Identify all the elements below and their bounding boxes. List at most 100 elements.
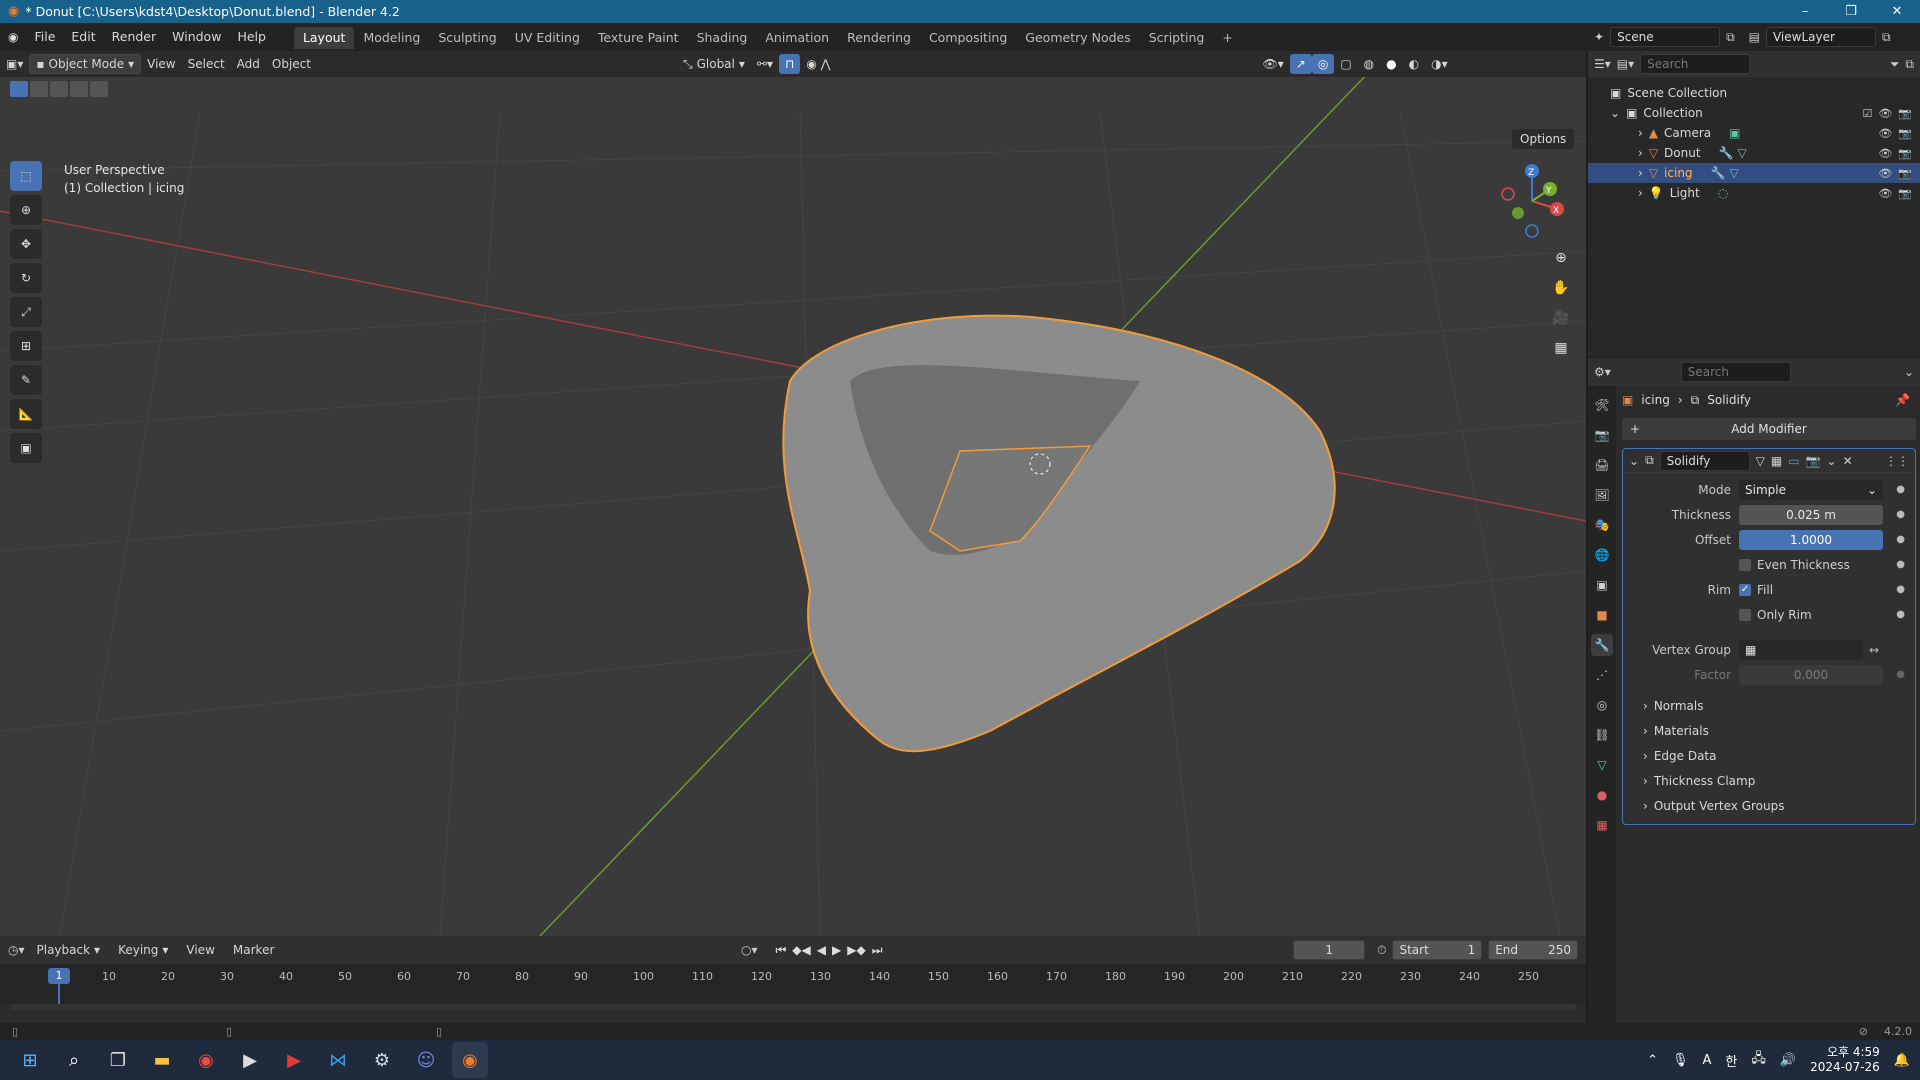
scene-collection-row[interactable]: ▣ Scene Collection (1588, 83, 1920, 103)
subpanel-output-vertex-groups[interactable]: › Output Vertex Groups (1623, 793, 1915, 818)
visibility-icon[interactable]: 👁▾ (1257, 54, 1290, 74)
snap-icon[interactable]: ⊓ (778, 54, 801, 74)
camera-view-icon[interactable]: 🎥 (1548, 306, 1574, 330)
eye-icon[interactable]: 👁 (1878, 187, 1892, 200)
chevron-down-icon[interactable]: ⌄ (1629, 454, 1639, 468)
vertex-group-field[interactable]: ▦ (1739, 639, 1863, 660)
render-toggle-icon[interactable]: 📷 (1806, 454, 1821, 468)
tab-texture-paint[interactable]: Texture Paint (589, 27, 688, 49)
measure-icon[interactable]: 📐 (10, 399, 42, 429)
add-workspace-button[interactable]: + (1213, 27, 1241, 49)
keyframe-dot-icon[interactable]: ● (1896, 484, 1905, 495)
pivot-icon[interactable]: ⚯▾ (751, 54, 779, 74)
drag-handle-icon[interactable]: ⋮⋮ (1885, 454, 1909, 468)
discord-icon[interactable]: ☺ (408, 1042, 444, 1078)
language-indicator[interactable]: 한 (1725, 1051, 1737, 1070)
camera-render-icon[interactable]: 📷 (1898, 127, 1912, 140)
object-tab-icon[interactable]: ■ (1591, 604, 1613, 626)
collection-row[interactable]: ⌄ ▣ Collection ☑ 👁 📷 (1588, 103, 1920, 123)
solid-shading-icon[interactable]: ● (1380, 54, 1402, 74)
stopwatch-icon[interactable]: ⏱ (1377, 943, 1386, 958)
select-intersect-icon[interactable] (90, 81, 108, 97)
outliner-search-input[interactable]: Search (1640, 54, 1751, 74)
vscode-icon[interactable]: ⋈ (320, 1042, 356, 1078)
ime-mode-indicator[interactable]: A (1703, 1053, 1712, 1068)
play-reverse-icon[interactable]: ◀ (817, 943, 826, 957)
start-frame-field[interactable]: Start 1 (1392, 940, 1483, 960)
menu-help[interactable]: Help (229, 23, 274, 51)
menu-render[interactable]: Render (104, 23, 165, 51)
timeline-scrollbar[interactable] (10, 1004, 1576, 1010)
add-cube-icon[interactable]: ▣ (10, 433, 42, 463)
chevron-down-icon[interactable]: ⌄ (1610, 106, 1620, 120)
select-box-icon[interactable]: ⬚ (10, 161, 42, 191)
properties-search-input[interactable]: Search (1680, 362, 1791, 382)
record-icon[interactable]: ○▾ (741, 943, 758, 957)
select-invert-icon[interactable] (70, 81, 88, 97)
collection-tab-icon[interactable]: ▣ (1591, 574, 1613, 596)
overlay-icon[interactable]: ◎ (1311, 54, 1335, 74)
remove-modifier-icon[interactable]: ✕ (1843, 454, 1853, 468)
modifier-name-field[interactable]: Solidify (1659, 450, 1750, 471)
thickness-field[interactable]: 0.025 m (1739, 504, 1883, 525)
cursor-icon[interactable]: ⊕ (10, 195, 42, 225)
render-tab-icon[interactable]: 📷 (1591, 424, 1613, 446)
editor-type-icon[interactable]: ▣▾ (0, 54, 29, 74)
scene-field[interactable]: Scene (1610, 27, 1721, 47)
maximize-button[interactable]: ❐ (1828, 0, 1874, 23)
viewport-toggle-icon[interactable]: ▭ (1788, 454, 1799, 468)
close-button[interactable]: ✕ (1874, 0, 1920, 23)
menu-select[interactable]: Select (182, 54, 231, 74)
eye-icon[interactable]: 👁 (1878, 127, 1892, 140)
tool-tab-icon[interactable]: 🛠 (1591, 394, 1613, 416)
keyframe-dot-icon[interactable]: ● (1896, 669, 1905, 680)
factor-field[interactable]: 0.000 (1739, 664, 1883, 685)
jump-start-icon[interactable]: ⏮ (775, 943, 786, 958)
chevron-right-icon[interactable]: › (1638, 166, 1643, 180)
material-tab-icon[interactable]: ● (1591, 784, 1613, 806)
select-subtract-icon[interactable] (50, 81, 68, 97)
view-layer-tab-icon[interactable]: 🖼 (1591, 484, 1613, 506)
youtube-icon[interactable]: ▶ (276, 1042, 312, 1078)
orientation-dropdown[interactable]: ⤡ Global ▾ (677, 54, 751, 74)
jump-end-icon[interactable]: ⏭ (872, 943, 883, 958)
edit-mode-toggle-icon[interactable]: ▽ (1756, 454, 1765, 468)
menu-edit[interactable]: Edit (63, 23, 103, 51)
menu-keying[interactable]: Keying ▾ (112, 940, 174, 960)
tab-sculpting[interactable]: Sculpting (429, 27, 505, 49)
wireframe-shading-icon[interactable]: ◍ (1358, 54, 1380, 74)
material-shading-icon[interactable]: ◐ (1403, 54, 1425, 74)
camera-render-icon[interactable]: 📷 (1898, 147, 1912, 160)
new-viewlayer-icon[interactable]: ⧉ (1882, 30, 1891, 45)
subpanel-edge-data[interactable]: › Edge Data (1623, 743, 1915, 768)
menu-marker[interactable]: Marker (227, 940, 280, 960)
camera-render-icon[interactable]: 📷 (1898, 107, 1912, 120)
keyframe-dot-icon[interactable]: ● (1896, 559, 1905, 570)
editor-type-icon[interactable]: ☰▾ (1594, 57, 1611, 71)
keyframe-dot-icon[interactable]: ● (1896, 609, 1905, 620)
chevron-right-icon[interactable]: › (1638, 186, 1643, 200)
zoom-icon[interactable]: ⊕ (1548, 246, 1574, 270)
eye-icon[interactable]: 👁 (1878, 107, 1892, 120)
menu-file[interactable]: File (26, 23, 63, 51)
playhead[interactable]: 1 (48, 968, 70, 984)
play-icon[interactable]: ▶ (832, 943, 841, 957)
tab-animation[interactable]: Animation (756, 27, 838, 49)
camera-render-icon[interactable]: 📷 (1898, 167, 1912, 180)
blender-taskbar-icon[interactable]: ◉ (452, 1042, 488, 1078)
scene-tab-icon[interactable]: 🎭 (1591, 514, 1613, 536)
modifier-tab-icon[interactable]: 🔧 (1591, 634, 1613, 656)
gizmo-icon[interactable]: ↗ (1289, 54, 1312, 74)
menu-window[interactable]: Window (164, 23, 229, 51)
select-new-icon[interactable] (10, 81, 28, 97)
only-rim-checkbox[interactable]: Only Rim (1739, 608, 1812, 622)
keyframe-dot-icon[interactable]: ● (1896, 584, 1905, 595)
viewlayer-field[interactable]: ViewLayer (1765, 27, 1876, 47)
physics-tab-icon[interactable]: ◎ (1591, 694, 1613, 716)
scale-icon[interactable]: ⤢ (10, 297, 42, 327)
display-mode-icon[interactable]: ▤▾ (1617, 57, 1634, 71)
windows-start-icon[interactable]: ⊞ (12, 1042, 48, 1078)
editor-type-icon[interactable]: ◷▾ (8, 943, 25, 957)
menu-object[interactable]: Object (266, 54, 317, 74)
chevron-up-icon[interactable]: ⌃ (1647, 1053, 1658, 1068)
